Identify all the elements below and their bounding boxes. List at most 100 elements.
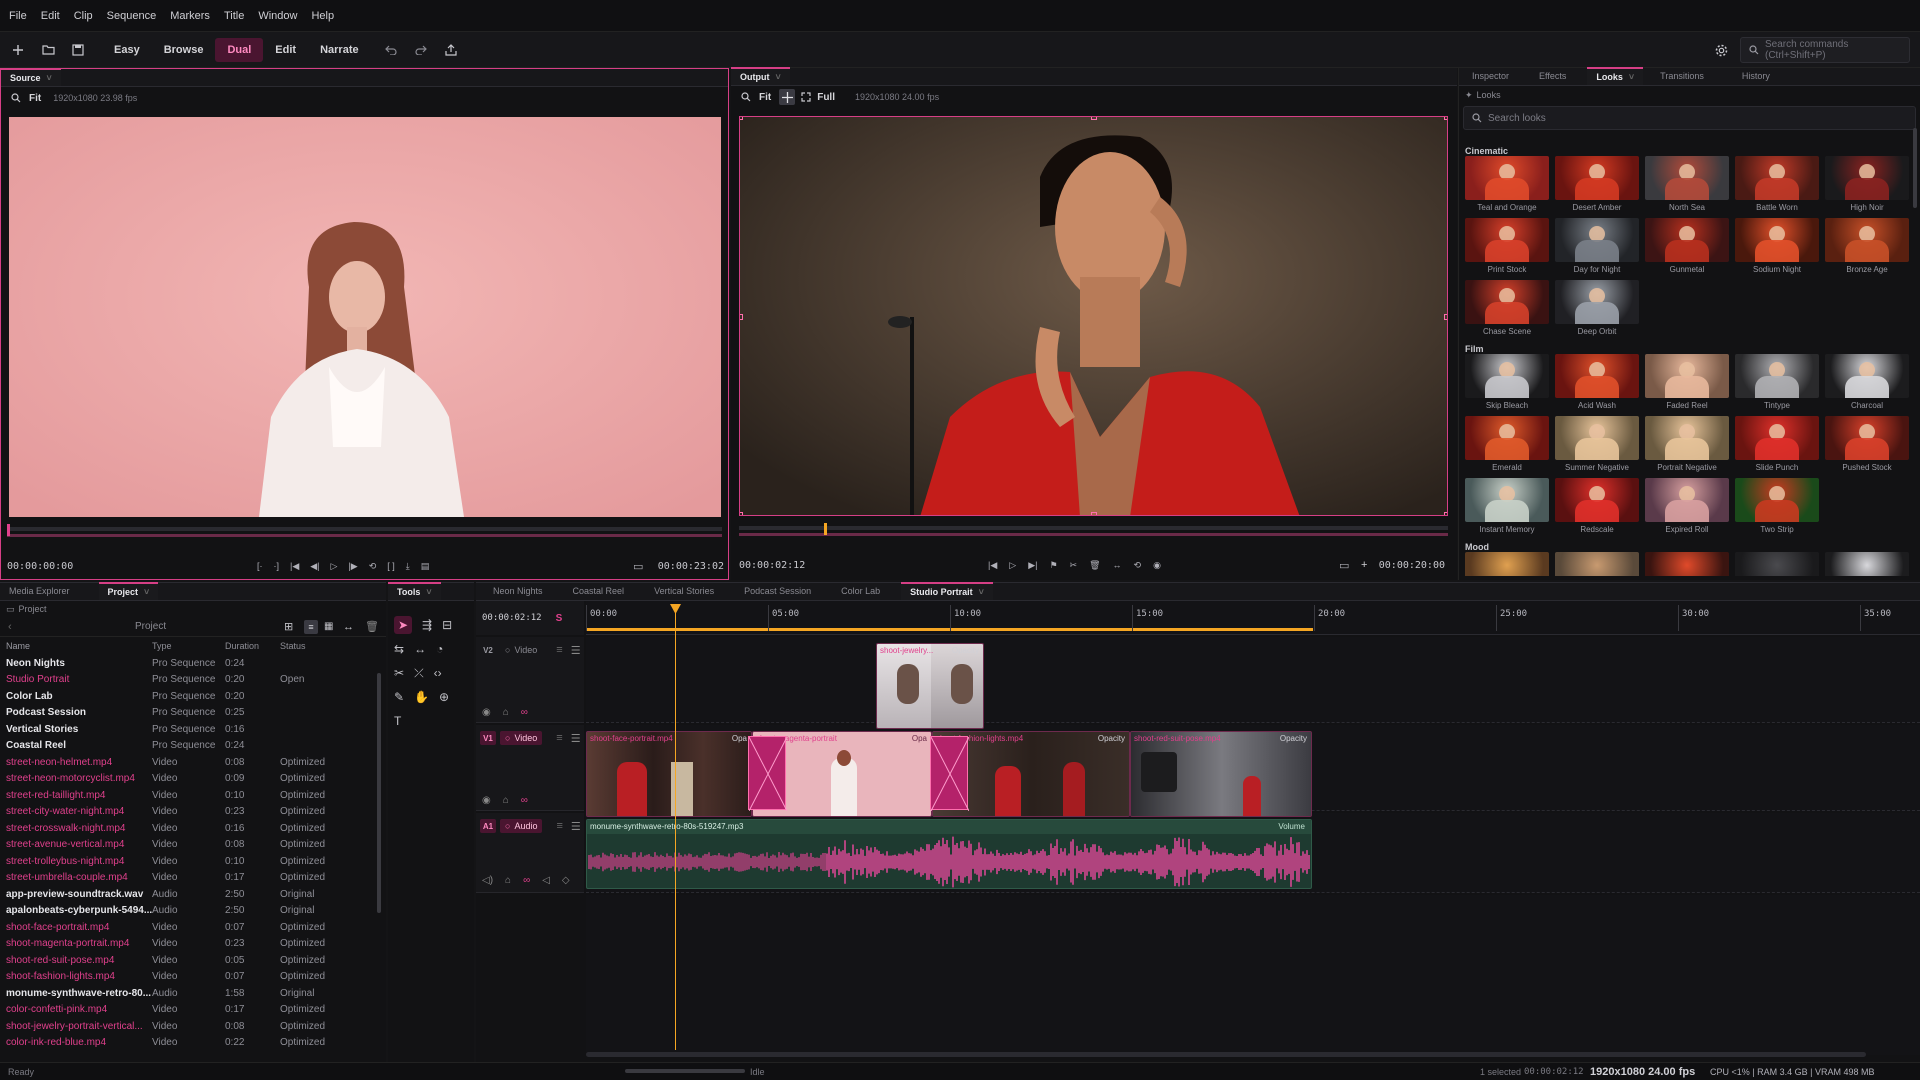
roll-tool-icon[interactable]: ⤫ (414, 666, 424, 681)
tab-menu-icon[interactable]: ˅ (47, 73, 52, 83)
text-tool-icon[interactable]: T (394, 714, 401, 728)
timeline-tab[interactable]: Vertical Stories (645, 582, 723, 600)
menu-sequence[interactable]: Sequence (107, 10, 157, 22)
project-list-item[interactable]: street-crosswalk-night.mp4 Video 0:16 Optim… (0, 820, 386, 837)
look-preset[interactable]: Redscale (1555, 478, 1639, 539)
go-end-icon[interactable]: ▶| (1028, 560, 1037, 571)
project-list-item[interactable]: Coastal Reel Pro Sequence 0:24 (0, 738, 386, 755)
workspace-browse[interactable]: Browse (152, 38, 216, 62)
tab-transitions[interactable]: Transitions (1651, 67, 1713, 85)
project-list-item[interactable]: color-ink-red-blue.mp4 Video 0:22 Optimized (0, 1035, 386, 1052)
project-list-item[interactable]: street-neon-helmet.mp4 Video 0:08 Optimized (0, 754, 386, 771)
source-fit-button[interactable]: Fit (29, 93, 41, 104)
transform-handle[interactable] (740, 314, 743, 320)
workspace-dual[interactable]: Dual (215, 37, 264, 62)
project-list-item[interactable]: apalonbeats-cyberpunk-5494... Audio 2:50 Or… (0, 903, 386, 920)
project-list-item[interactable]: street-trolleybus-night.mp4 Video 0:10 Opti… (0, 853, 386, 870)
project-list-item[interactable]: color-confetti-pink.mp4 Video 0:17 Optimize… (0, 1002, 386, 1019)
look-preset[interactable]: Bronze Age (1825, 218, 1909, 279)
tab-effects[interactable]: Effects (1530, 67, 1575, 85)
look-preset[interactable]: Print Stock (1465, 218, 1549, 279)
tab-project[interactable]: Project ˅ (98, 582, 159, 600)
col-duration[interactable]: Duration (225, 641, 280, 651)
link-icon[interactable]: ∞ (521, 795, 528, 806)
project-scrollbar[interactable] (377, 673, 381, 913)
track-select-icon[interactable]: ⇶ (422, 618, 432, 632)
track-options-icon[interactable]: ≡ (556, 732, 562, 744)
look-preset[interactable] (1825, 552, 1909, 576)
track-v2-toggle[interactable]: ○ Video (500, 643, 542, 657)
link-icon[interactable]: ∞ (521, 707, 528, 718)
track-menu-icon[interactable]: ☰ (571, 820, 581, 833)
col-name[interactable]: Name (0, 641, 152, 651)
new-bin-icon[interactable]: ⊞ (284, 620, 293, 633)
timeline-tab[interactable]: Podcast Session (735, 582, 820, 600)
output-scrub-track[interactable] (739, 526, 1448, 530)
grid-view-icon[interactable]: ▦ (324, 621, 333, 632)
snap-icon[interactable]: S (556, 613, 563, 624)
track-options-icon[interactable]: ≡ (556, 644, 562, 656)
look-preset[interactable]: Summer Negative (1555, 416, 1639, 477)
look-preset[interactable]: High Noir (1825, 156, 1909, 217)
go-start-icon[interactable]: |◀ (290, 561, 299, 572)
timeline-tab[interactable]: Studio Portrait ˅ (901, 582, 993, 600)
display-icon[interactable]: ▭ (633, 560, 643, 573)
visibility-eye-icon[interactable]: ◉ (482, 795, 491, 806)
project-list-item[interactable]: app-preview-soundtrack.wav Audio 2:50 Origi… (0, 886, 386, 903)
razor-tool-icon[interactable]: ✂ (394, 666, 404, 680)
tab-menu-icon[interactable]: ˅ (979, 587, 984, 597)
select-tool-icon[interactable]: ➤ (394, 616, 412, 634)
zoom-icon[interactable] (741, 92, 751, 102)
project-list-item[interactable]: shoot-magenta-portrait.mp4 Video 0:23 Optim… (0, 936, 386, 953)
transform-handle[interactable] (1091, 117, 1097, 120)
project-list-item[interactable]: shoot-red-suit-pose.mp4 Video 0:05 Optimize… (0, 952, 386, 969)
timeline-clip-v1[interactable]: shoot-red-suit-pose.mp4 Opacity (1130, 731, 1312, 817)
output-fit-button[interactable]: Fit (759, 92, 771, 103)
timeline-tab[interactable]: Color Lab (832, 582, 889, 600)
insert-icon[interactable]: ⤓ (406, 561, 410, 572)
look-preset[interactable]: Skip Bleach (1465, 354, 1549, 415)
col-type[interactable]: Type (152, 641, 225, 651)
workspace-edit[interactable]: Edit (263, 38, 308, 62)
project-list-item[interactable]: street-city-water-night.mp4 Video 0:23 Opti… (0, 804, 386, 821)
track-id-a1[interactable]: A1 (480, 819, 496, 833)
snapshot-icon[interactable]: ◉ (1153, 560, 1161, 571)
brackets-icon[interactable]: [ ] (387, 561, 395, 571)
tab-tools[interactable]: Tools ˅ (388, 582, 441, 600)
look-preset[interactable] (1645, 552, 1729, 576)
lock-icon[interactable]: ⌂ (505, 875, 511, 886)
step-back-icon[interactable]: ◀| (310, 561, 319, 572)
menu-clip[interactable]: Clip (74, 10, 93, 22)
look-preset[interactable]: Day for Night (1555, 218, 1639, 279)
cut-icon[interactable]: ✂ (1070, 560, 1078, 571)
visibility-eye-icon[interactable]: ◉ (482, 707, 491, 718)
overwrite-icon[interactable]: ▤ (421, 561, 430, 572)
output-playhead[interactable] (824, 523, 828, 535)
tab-looks[interactable]: Looks ˅ (1587, 67, 1644, 85)
back-chevron-icon[interactable]: ‹ (8, 621, 12, 633)
project-list-item[interactable]: shoot-jewelry-portrait-vertical... Video 0… (0, 1018, 386, 1035)
look-preset[interactable]: Faded Reel (1645, 354, 1729, 415)
save-icon[interactable] (64, 36, 92, 64)
new-icon[interactable] (4, 36, 32, 64)
timeline-timecode[interactable]: 00:00:02:12 (482, 613, 542, 623)
menu-help[interactable]: Help (311, 10, 334, 22)
look-preset[interactable]: Sodium Night (1735, 218, 1819, 279)
tab-media-explorer[interactable]: Media Explorer (0, 582, 79, 600)
tab-source[interactable]: Source ˅ (1, 68, 61, 86)
slip-tool-icon[interactable]: ↔ (414, 642, 426, 656)
marker-icon[interactable]: ⚑ (1049, 560, 1057, 571)
timeline-tab[interactable]: Coastal Reel (564, 582, 634, 600)
loop-icon[interactable]: ⟲ (369, 561, 377, 572)
look-preset[interactable]: Acid Wash (1555, 354, 1639, 415)
look-preset[interactable]: Tintype (1735, 354, 1819, 415)
ripple-tool-icon[interactable]: ⇆ (394, 642, 404, 656)
timeline-clip-v2[interactable]: shoot-jewelry... Opacity (876, 643, 984, 729)
solo-icon[interactable]: ◁ (542, 875, 550, 886)
source-video-frame[interactable] (9, 117, 721, 517)
track-lane-v2[interactable] (586, 637, 1920, 723)
tab-menu-icon[interactable]: ˅ (776, 72, 781, 82)
timeline-transition[interactable] (748, 736, 787, 811)
open-folder-icon[interactable] (34, 36, 62, 64)
move-icon[interactable] (779, 89, 796, 105)
